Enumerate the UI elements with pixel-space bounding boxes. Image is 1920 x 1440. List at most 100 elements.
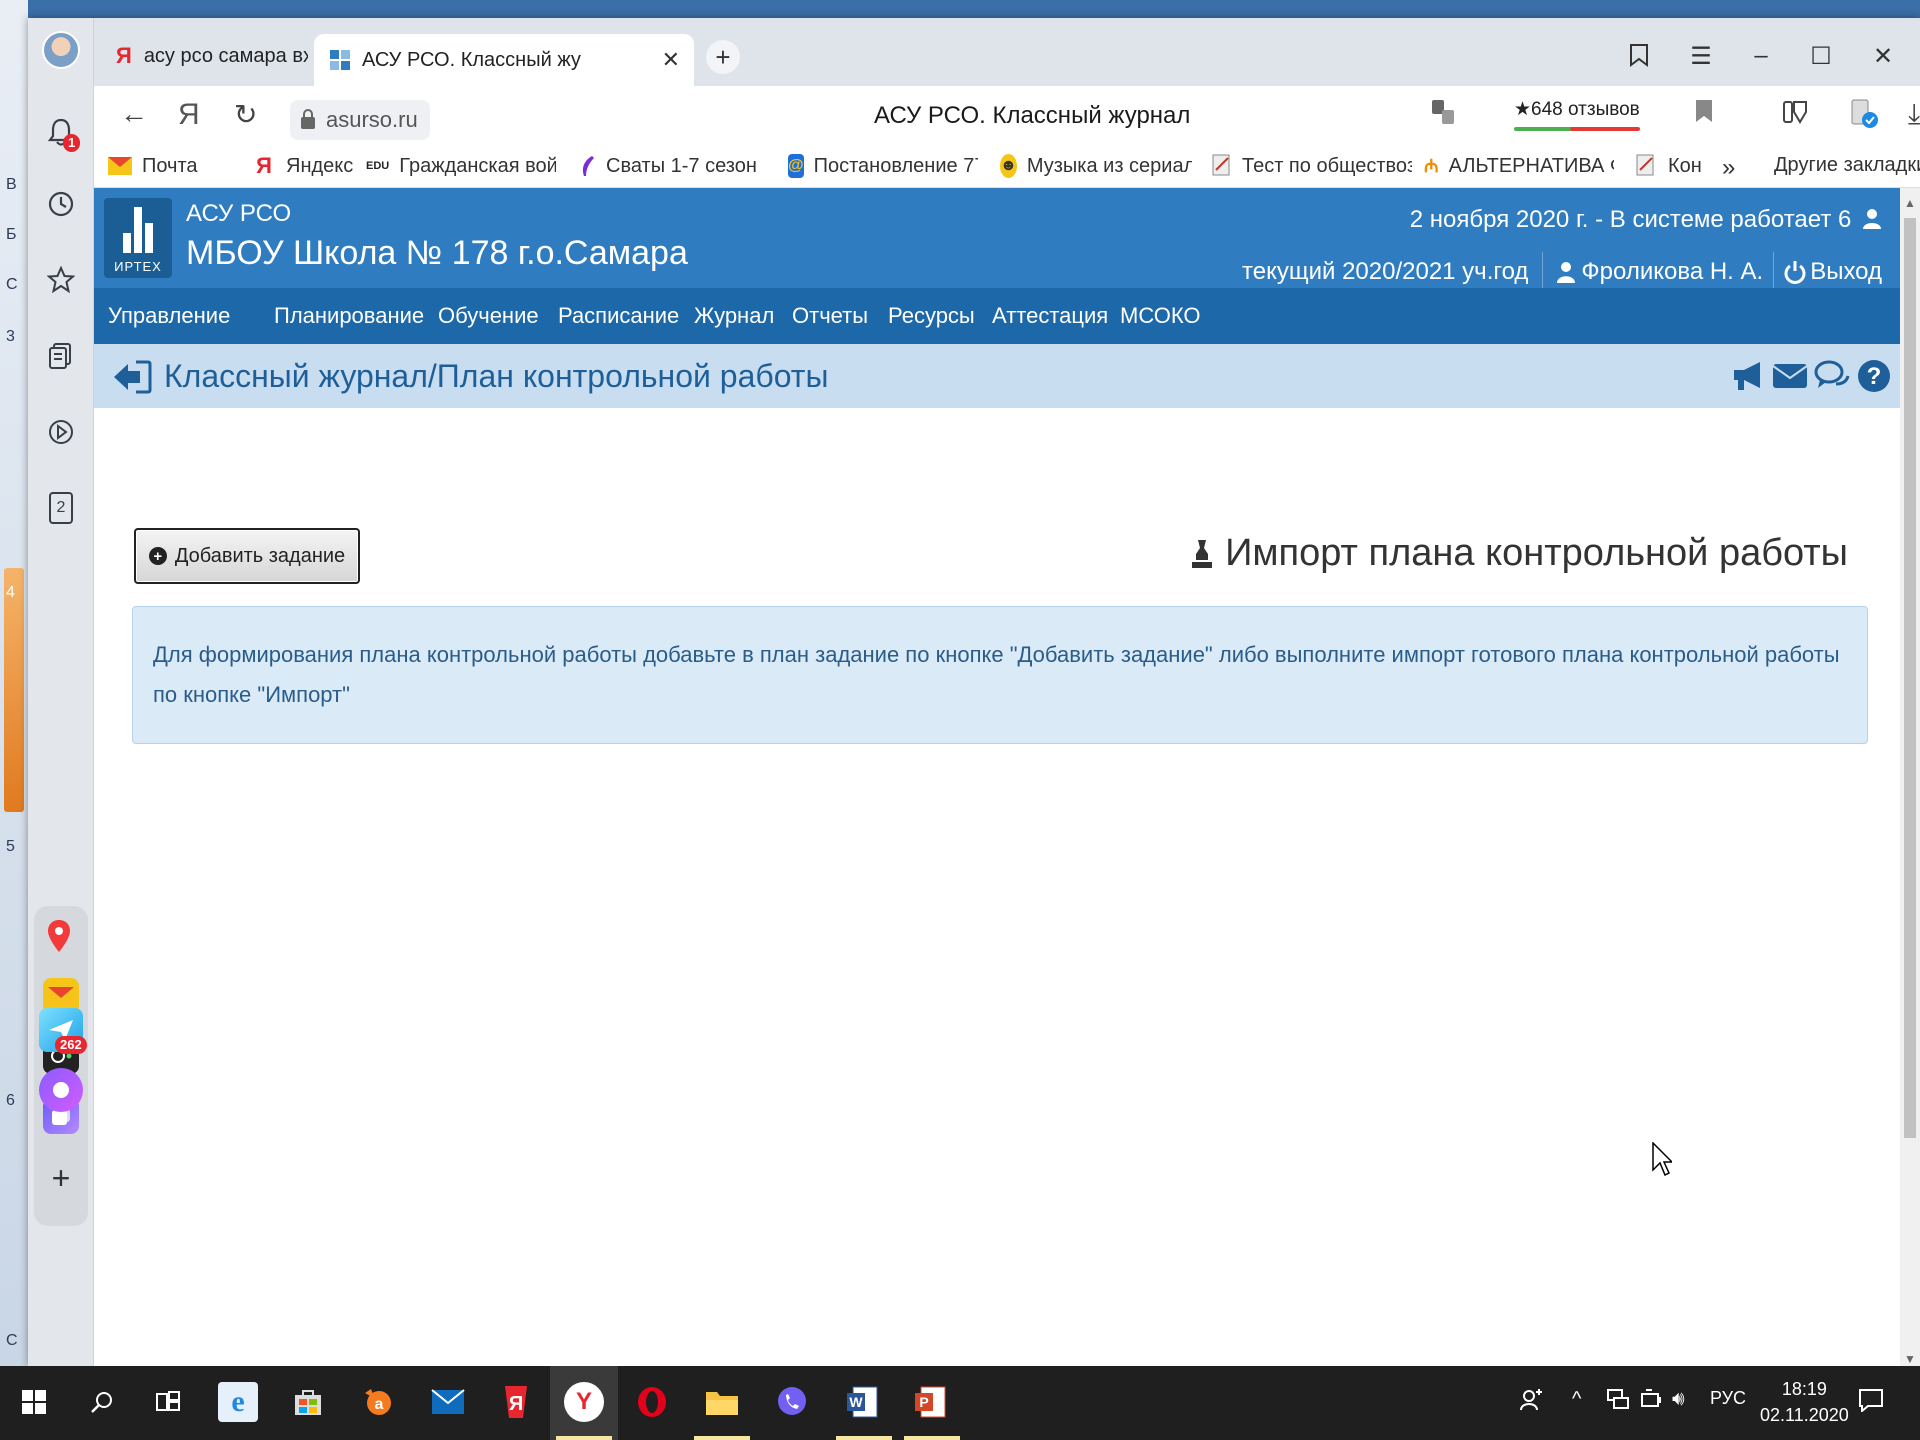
notifications-bell-icon[interactable]: 1 <box>41 112 81 152</box>
help-question-icon[interactable]: ? <box>1856 358 1892 394</box>
protect-icon[interactable] <box>1782 98 1808 133</box>
doc-icon <box>1212 154 1232 178</box>
reload-icon[interactable]: ↻ <box>234 98 257 131</box>
tab-yandex-search[interactable]: Я асу рсо самара вход в си <box>100 34 308 78</box>
yandex-home-icon[interactable]: Я <box>178 98 200 132</box>
bookmarks-more-button[interactable]: » <box>1722 154 1735 182</box>
download-icon[interactable]: ⤓ <box>1908 98 1920 131</box>
menu-hamburger-icon[interactable]: ☰ <box>1686 42 1716 71</box>
menu-item-msoko[interactable]: МСОКО <box>1120 303 1201 329</box>
network-icon[interactable] <box>1606 1388 1630 1416</box>
site-reviews-widget[interactable]: ★648 отзывов <box>1514 98 1640 131</box>
tab-strip: Я асу рсо самара вход в си АСУ РСО. Клас… <box>94 22 1920 86</box>
file-explorer-icon[interactable] <box>702 1382 742 1422</box>
collections-icon[interactable] <box>41 336 81 376</box>
language-indicator[interactable]: РУС <box>1710 1388 1746 1409</box>
bookmarks-manager-icon[interactable] <box>1624 42 1654 75</box>
media-play-icon[interactable] <box>41 412 81 452</box>
forum-chat-icon[interactable] <box>1814 358 1850 394</box>
announcements-megaphone-icon[interactable] <box>1730 358 1766 394</box>
bookmark-item[interactable]: Сваты 1-7 сезон (2 <box>580 154 756 178</box>
extension-icon[interactable] <box>1850 98 1878 137</box>
tab-label: асу рсо самара вход в си <box>143 44 308 67</box>
logout-link[interactable]: Выход <box>1784 258 1882 286</box>
battery-icon[interactable] <box>1640 1388 1664 1416</box>
menu-item-management[interactable]: Управление <box>108 303 230 329</box>
other-bookmarks-label: Другие закладки <box>1774 154 1920 176</box>
action-center-icon[interactable] <box>1858 1388 1884 1418</box>
back-arrow-icon[interactable]: ← <box>120 98 148 130</box>
add-task-button[interactable]: + Добавить задание <box>134 528 360 584</box>
bookmark-item[interactable]: @ Постановление 77 <box>788 154 978 178</box>
tab-count-icon[interactable]: 2 <box>41 488 81 528</box>
taskbar-running-indicator <box>836 1436 892 1440</box>
menu-item-journal[interactable]: Журнал <box>694 303 774 329</box>
people-icon[interactable] <box>1520 1388 1544 1418</box>
history-clock-icon[interactable] <box>41 184 81 224</box>
bookmark-item[interactable]: ₼ АЛЬТЕРНАТИВА Ф <box>1424 154 1614 178</box>
bookmark-label: Яндекс <box>286 154 354 177</box>
sidepanel-apps: + <box>34 906 88 1226</box>
user-link[interactable]: Фроликова Н. А. <box>1557 258 1763 286</box>
scroll-up-icon[interactable]: ▲ <box>1904 196 1916 210</box>
menu-item-schedule[interactable]: Расписание <box>558 303 679 329</box>
irtech-logo[interactable]: ИРТЕХ <box>104 198 172 278</box>
yandex-browser-icon[interactable]: Y <box>564 1382 604 1422</box>
close-window-icon[interactable]: ✕ <box>1868 42 1898 71</box>
academic-year[interactable]: текущий 2020/2021 уч.год <box>1242 258 1528 286</box>
tab-close-icon[interactable]: ✕ <box>662 47 680 73</box>
bookmark-item[interactable]: Почта <box>108 154 208 178</box>
mouse-cursor-icon <box>1652 1142 1672 1177</box>
internet-explorer-icon[interactable]: e <box>218 1382 258 1422</box>
add-app-plus-icon[interactable]: + <box>43 1160 79 1196</box>
scroll-down-icon[interactable]: ▼ <box>1904 1352 1916 1366</box>
store-icon[interactable] <box>288 1382 328 1422</box>
other-bookmarks-button[interactable]: Другие закладки ▼ <box>1774 154 1920 177</box>
tab-asurso-journal[interactable]: АСУ РСО. Классный жу ✕ <box>314 34 694 86</box>
minimize-icon[interactable]: – <box>1746 42 1776 70</box>
translate-icon[interactable] <box>1430 98 1456 133</box>
new-tab-plus-icon[interactable]: + <box>706 40 740 74</box>
bookmark-item[interactable]: Кон <box>1634 154 1714 178</box>
mail-envelope-icon[interactable] <box>1772 358 1808 394</box>
search-icon[interactable] <box>82 1382 122 1422</box>
mail-app-taskbar-icon[interactable] <box>428 1382 468 1422</box>
profile-avatar[interactable] <box>41 30 81 70</box>
breadcrumb: Классный журнал/План контрольной работы <box>164 358 829 394</box>
maps-pin-icon[interactable] <box>41 918 77 954</box>
volume-icon[interactable]: 🔊︎ <box>1672 1388 1685 1411</box>
menu-item-attestation[interactable]: Аттестация <box>992 303 1108 329</box>
bookmarks-star-icon[interactable] <box>41 260 81 300</box>
bookmark-item[interactable]: Тест по обществоз <box>1212 154 1412 178</box>
maximize-icon[interactable]: ☐ <box>1806 42 1836 71</box>
menu-item-reports[interactable]: Отчеты <box>792 303 868 329</box>
alice-assistant-icon[interactable] <box>39 1068 83 1112</box>
system-clock[interactable]: 18:19 02.11.2020 <box>1760 1376 1849 1428</box>
back-sign-in-icon[interactable] <box>112 360 152 394</box>
tray-expand-chevron-icon[interactable]: ^ <box>1572 1388 1581 1411</box>
messenger-app-icon[interactable]: 262 <box>39 1008 87 1054</box>
opera-icon[interactable] <box>632 1382 672 1422</box>
viber-icon[interactable] <box>772 1382 812 1422</box>
system-status: 2 ноября 2020 г. - В системе работает 6 <box>1410 206 1882 234</box>
import-plan-link[interactable]: Импорт плана контрольной работы <box>1189 532 1848 575</box>
yandex-app-icon[interactable]: Я <box>496 1382 536 1422</box>
word-icon[interactable]: W <box>842 1382 882 1422</box>
address-input[interactable]: asurso.ru <box>290 100 430 140</box>
bookmarks-bar: Почта Я Яндекс EDU Гражданская войн Сват… <box>94 148 1920 188</box>
bookmark-page-icon[interactable] <box>1694 98 1714 131</box>
bookmark-item[interactable]: Я Яндекс <box>252 154 358 178</box>
powerpoint-icon[interactable]: P <box>910 1382 950 1422</box>
page-scrollbar[interactable]: ▲ ▼ <box>1900 188 1920 1366</box>
clock-time: 18:19 <box>1781 1379 1827 1399</box>
avast-icon[interactable]: a <box>358 1382 398 1422</box>
windows-start-icon[interactable] <box>14 1382 54 1422</box>
task-view-icon[interactable] <box>148 1382 188 1422</box>
menu-item-planning[interactable]: Планирование <box>274 303 424 329</box>
menu-item-learning[interactable]: Обучение <box>438 303 539 329</box>
menu-item-resources[interactable]: Ресурсы <box>888 303 975 329</box>
bookmark-item[interactable]: EDU Гражданская войн <box>366 154 556 178</box>
reviews-rating-bar <box>1514 127 1640 131</box>
scrollbar-thumb[interactable] <box>1904 218 1916 1138</box>
bookmark-item[interactable]: ☻ Музыка из сериал <box>1000 154 1192 178</box>
